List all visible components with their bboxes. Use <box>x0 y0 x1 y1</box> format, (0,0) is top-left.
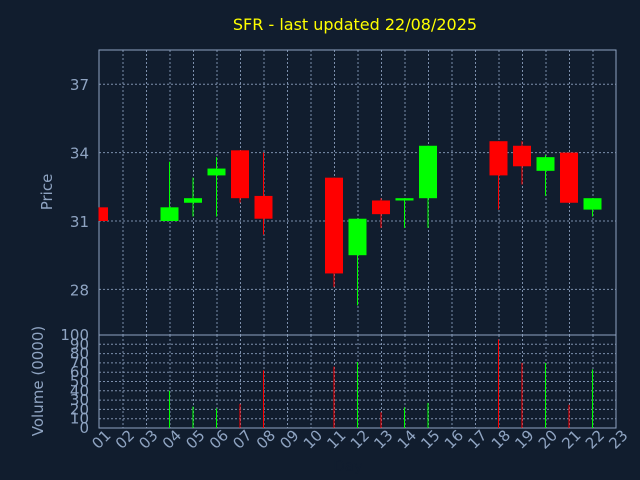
x-tick-label: 12 <box>347 426 373 452</box>
x-tick-label: 15 <box>417 426 443 452</box>
candle-body-up <box>160 207 179 221</box>
candlestick-chart: SFR - last updated 22/08/2025 28 31 34 37 0… <box>29 15 632 475</box>
candle-body-down <box>325 177 343 274</box>
candle-body-up <box>207 168 226 176</box>
x-tick-label: 08 <box>253 426 279 452</box>
volume-axis-label: Volume (0000) <box>29 326 47 436</box>
price-tick-label: 28 <box>70 281 89 299</box>
candle-body-up <box>419 145 437 199</box>
price-tick-label: 31 <box>70 213 89 231</box>
volume-axis-ticks: 0102030405060708090100 <box>60 326 89 437</box>
x-tick-label: 01 <box>88 426 114 452</box>
candle-body-up <box>583 198 602 210</box>
candle-body-down <box>560 152 578 203</box>
x-tick-label: 17 <box>464 426 490 452</box>
x-axis-ticks: 0102030405060708091011121314151617181920… <box>88 426 631 452</box>
x-tick-label: 19 <box>511 426 537 452</box>
x-tick-label: 03 <box>135 426 161 452</box>
x-tick-label: 02 <box>112 426 138 452</box>
candle-body-down <box>231 150 249 199</box>
candle-body-down <box>489 141 508 176</box>
x-tick-label: 14 <box>394 426 420 452</box>
x-tick-label: 04 <box>159 426 185 452</box>
x-tick-label: 10 <box>300 426 326 452</box>
x-tick-label: 23 <box>605 426 631 452</box>
x-tick-label: 07 <box>229 426 255 452</box>
x-tick-label: 09 <box>276 426 302 452</box>
x-tick-label: 13 <box>370 426 396 452</box>
price-tick-label: 34 <box>70 145 89 163</box>
candle-body-down <box>99 207 108 221</box>
x-tick-label: 22 <box>582 426 608 452</box>
chart-title: SFR - last updated 22/08/2025 <box>233 15 477 34</box>
x-tick-label: 06 <box>206 426 232 452</box>
price-axis-ticks: 28 31 34 37 <box>70 76 89 299</box>
x-tick-label: 20 <box>535 426 561 452</box>
volume-tick-label: 100 <box>60 326 89 344</box>
x-tick-label: 16 <box>441 426 467 452</box>
candle-body-up <box>348 218 367 256</box>
chart-stage: SFR - last updated 22/08/2025 28 31 34 37 0… <box>0 0 640 480</box>
candle-body-up <box>184 198 202 203</box>
price-axis-label: Price <box>38 174 56 211</box>
candle-body-down <box>513 145 531 167</box>
x-axis-label: Day <box>333 457 363 475</box>
x-tick-label: 05 <box>182 426 208 452</box>
candle-body-up <box>395 198 414 201</box>
candle-body-up <box>536 157 555 171</box>
x-tick-label: 18 <box>488 426 514 452</box>
price-tick-label: 37 <box>70 76 89 94</box>
x-tick-label: 11 <box>323 426 349 452</box>
x-tick-label: 21 <box>558 426 584 452</box>
candle-body-down <box>254 195 273 219</box>
candle-body-down <box>372 200 390 215</box>
